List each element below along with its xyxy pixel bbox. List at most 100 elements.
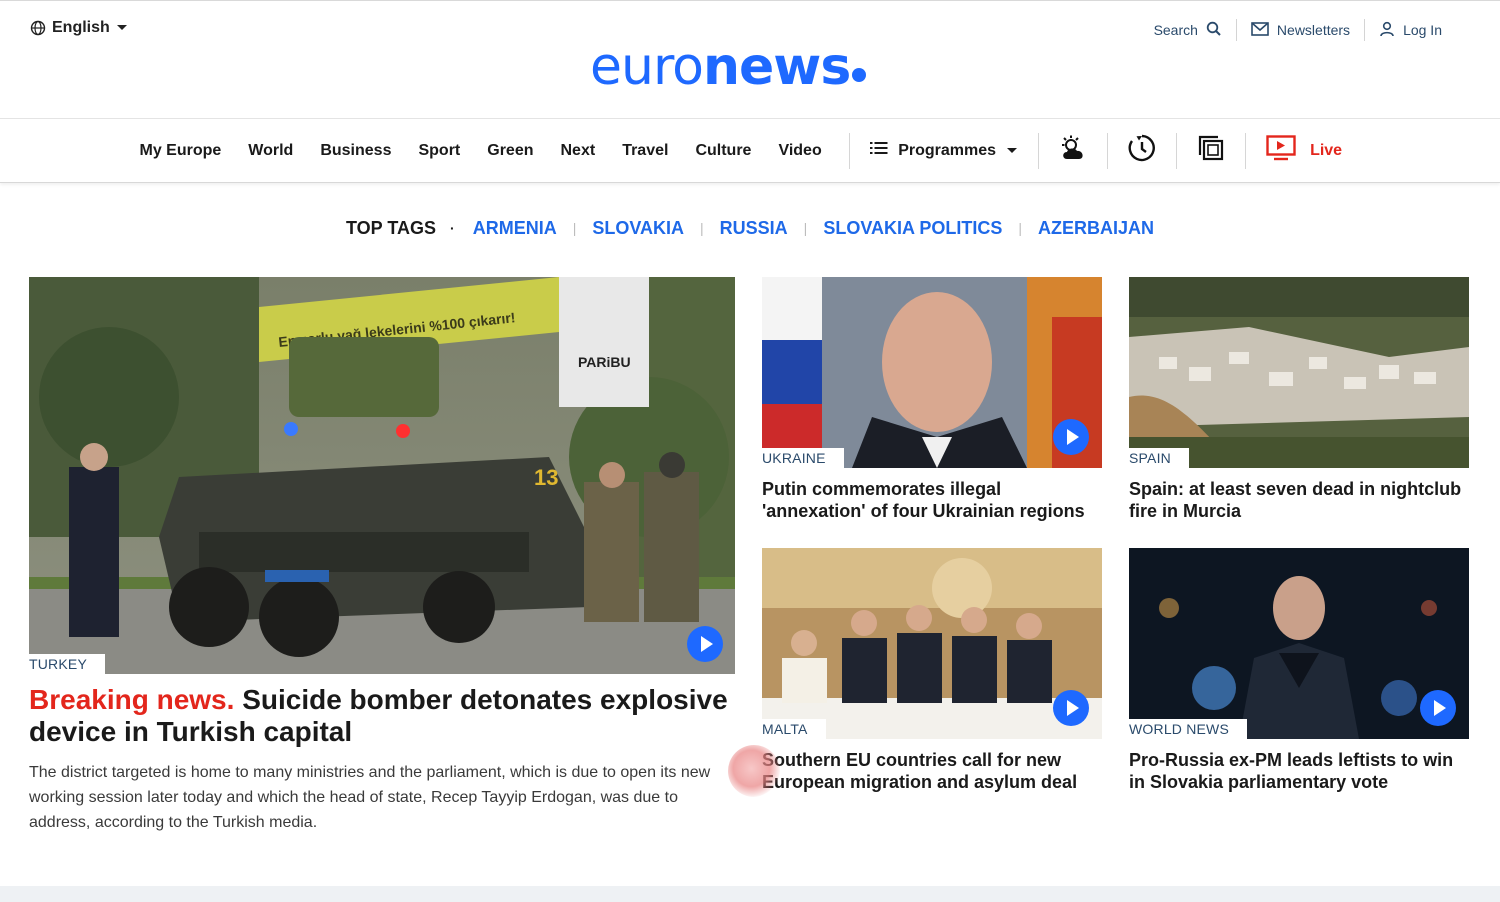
nav-separator (1107, 132, 1109, 169)
story-card-image[interactable]: UKRAINE (762, 277, 1102, 468)
card-headline[interactable]: Spain: at least seven dead in nightclub … (1129, 478, 1469, 522)
svg-text:13: 13 (534, 465, 558, 490)
envelope-icon (1251, 21, 1269, 39)
card-kicker[interactable]: UKRAINE (762, 450, 826, 466)
weather-icon (1059, 135, 1087, 166)
logo-text-light: euro (590, 37, 704, 97)
top-bar: English euronews Search Newsletters Log … (0, 0, 1500, 119)
kicker-wrap: SPAIN (1129, 448, 1189, 468)
tag-slovakia-politics[interactable]: SLOVAKIA POLITICS (823, 218, 1002, 239)
tag-slovakia[interactable]: SLOVAKIA (592, 218, 684, 239)
newsletters-label: Newsletters (1276, 22, 1351, 38)
tag-separator: | (572, 220, 577, 236)
caret-down-icon (1006, 142, 1018, 160)
story-card: UKRAINE Putin commemorates illegal 'anne… (762, 277, 1102, 522)
latest-news-button[interactable] (1122, 134, 1162, 167)
card-kicker[interactable]: WORLD NEWS (1129, 721, 1229, 737)
nav-item-business[interactable]: Business (307, 142, 405, 160)
breaking-news-label: Breaking news. (29, 684, 235, 715)
kicker-wrap: UKRAINE (762, 448, 844, 468)
watermark-logo (728, 745, 780, 797)
story-card-image[interactable]: SPAIN (1129, 277, 1469, 468)
play-button-icon[interactable] (1053, 690, 1089, 726)
tag-separator: | (700, 220, 704, 236)
story-kicker[interactable]: TURKEY (29, 656, 87, 672)
clock-history-icon (1128, 134, 1156, 167)
nav-separator (1176, 132, 1178, 169)
nav-separator (849, 132, 851, 169)
tag-separator: | (803, 220, 808, 236)
play-button-icon[interactable] (687, 626, 723, 662)
top-tags-dot: · (450, 220, 455, 236)
euronews-logo[interactable]: euronews (590, 37, 867, 97)
main-navigation: My Europe World Business Sport Green Nex… (0, 119, 1500, 183)
tag-separator: | (1018, 220, 1022, 236)
programmes-menu[interactable]: Programmes (864, 141, 1024, 160)
nav-item-video[interactable]: Video (765, 142, 835, 160)
tag-armenia[interactable]: ARMENIA (473, 218, 557, 239)
main-story-summary: The district targeted is home to many mi… (29, 764, 711, 831)
main-story-image[interactable]: En zorlu yağ lekelerini %100 çıkarır! PA… (29, 277, 735, 674)
story-card-image[interactable]: WORLD NEWS (1129, 548, 1469, 739)
story-card-image[interactable]: MALTA (762, 548, 1102, 739)
logo-text-bold: news (703, 37, 851, 97)
programmes-label: Programmes (898, 141, 997, 159)
live-tv-icon (1266, 135, 1296, 166)
newsletters-link[interactable]: Newsletters (1237, 19, 1364, 41)
nav-item-travel[interactable]: Travel (609, 142, 682, 160)
login-label: Log In (1403, 22, 1442, 38)
card-headline[interactable]: Pro-Russia ex-PM leads leftists to win i… (1129, 749, 1469, 793)
putin-portrait-photo (762, 277, 1102, 468)
story-card: MALTA Southern EU countries call for new… (762, 548, 1102, 793)
play-button-icon[interactable] (1420, 690, 1456, 726)
main-story: En zorlu yağ lekelerini %100 çıkarır! PA… (29, 277, 735, 835)
stacked-pages-icon (1198, 135, 1224, 166)
utility-links: Search Newsletters Log In (1140, 19, 1456, 41)
nav-separator (1245, 132, 1247, 169)
kicker-wrap: TURKEY (29, 654, 105, 674)
live-button[interactable]: Live (1260, 135, 1342, 166)
kicker-wrap: MALTA (762, 719, 826, 739)
stories-button[interactable] (1191, 135, 1231, 166)
footer-band (0, 886, 1500, 902)
nav-item-sport[interactable]: Sport (405, 142, 474, 160)
globe-icon (30, 20, 46, 36)
nav-item-culture[interactable]: Culture (682, 142, 765, 160)
top-tags-bar: TOP TAGS · ARMENIA | SLOVAKIA | RUSSIA |… (0, 214, 1500, 242)
caret-down-icon (116, 24, 128, 32)
nav-separator (1038, 132, 1040, 169)
play-button-icon[interactable] (1053, 419, 1089, 455)
login-link[interactable]: Log In (1365, 19, 1456, 41)
nav-item-world[interactable]: World (235, 142, 307, 160)
card-kicker[interactable]: MALTA (762, 721, 808, 737)
language-label: English (52, 19, 110, 36)
live-label: Live (1310, 141, 1343, 159)
nav-item-next[interactable]: Next (547, 142, 609, 160)
search-button[interactable]: Search (1140, 19, 1236, 41)
tag-russia[interactable]: RUSSIA (720, 218, 788, 239)
fico-night-photo (1129, 548, 1469, 739)
main-headline[interactable]: Breaking news. Suicide bomber detonates … (29, 684, 735, 748)
tag-azerbaijan[interactable]: AZERBAIJAN (1038, 218, 1154, 239)
language-selector[interactable]: English (30, 19, 128, 37)
story-card: SPAIN Spain: at least seven dead in nigh… (1129, 277, 1469, 522)
svg-text:PARiBU: PARiBU (578, 354, 631, 370)
search-icon (1206, 21, 1222, 40)
murcia-town-aerial-photo (1129, 277, 1469, 468)
card-headline[interactable]: Putin commemorates illegal 'annexation' … (762, 478, 1102, 522)
nav-items: My Europe World Business Sport Green Nex… (126, 119, 1342, 182)
nav-item-green[interactable]: Green (474, 142, 547, 160)
user-icon (1379, 21, 1395, 40)
card-kicker[interactable]: SPAIN (1129, 450, 1171, 466)
kicker-wrap: WORLD NEWS (1129, 719, 1247, 739)
top-tags-title: TOP TAGS (346, 217, 437, 238)
weather-button[interactable] (1053, 135, 1093, 166)
story-card: WORLD NEWS Pro-Russia ex-PM leads leftis… (1129, 548, 1469, 793)
nav-item-my-europe[interactable]: My Europe (126, 142, 235, 160)
card-headline[interactable]: Southern EU countries call for new Europ… (762, 749, 1102, 793)
eu-leaders-meeting-photo (762, 548, 1102, 739)
armored-vehicle-photo: En zorlu yağ lekelerini %100 çıkarır! PA… (29, 277, 735, 674)
search-label: Search (1153, 22, 1198, 38)
logo-dot (852, 68, 867, 82)
list-icon (870, 141, 888, 160)
